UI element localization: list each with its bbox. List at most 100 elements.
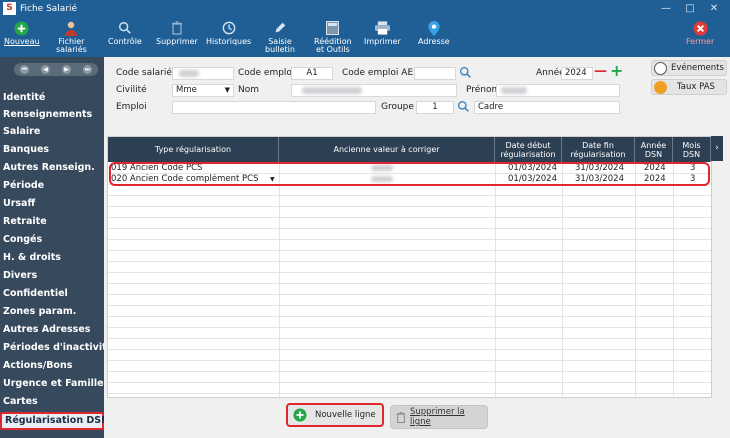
record-navigation: ⏮ ◀ ▶ ⏭	[14, 63, 98, 76]
historiques-button[interactable]: Historiques	[206, 20, 251, 46]
search-groupe-icon[interactable]	[457, 100, 470, 116]
app-logo: S	[3, 2, 16, 15]
nom-field[interactable]	[291, 84, 457, 97]
plus-circle-icon	[293, 408, 307, 422]
sidebar-item-cartes[interactable]: Cartes	[0, 393, 104, 411]
code-emploi-label: Code emploi	[238, 68, 295, 78]
table-row[interactable]	[108, 339, 711, 350]
redacted-value	[302, 87, 362, 94]
sidebar-item-identite[interactable]: Identité	[0, 89, 104, 107]
nouvelle-ligne-button[interactable]: Nouvelle ligne	[286, 403, 384, 427]
code-emploi-aem-label: Code emploi AEM	[342, 68, 421, 78]
table-row[interactable]	[108, 306, 711, 317]
code-salarie-label: Code salarié	[116, 68, 172, 78]
increment-year-button[interactable]: +	[610, 61, 623, 80]
close-window-button[interactable]: ✕	[702, 0, 726, 17]
nouveau-button[interactable]: Nouveau	[4, 20, 40, 46]
sidebar-item-divers[interactable]: Divers	[0, 267, 104, 285]
prenom-field[interactable]	[496, 84, 620, 97]
sidebar-item-salaire[interactable]: Salaire	[0, 123, 104, 141]
imprimer-button[interactable]: Imprimer	[364, 20, 401, 46]
highlight-rows	[109, 162, 710, 186]
magnifier-icon	[117, 20, 133, 36]
table-row[interactable]	[108, 207, 711, 218]
table-row[interactable]	[108, 372, 711, 383]
search-aem-icon[interactable]	[459, 66, 472, 82]
clock-icon	[221, 20, 237, 36]
sidebar-item-confidentiel[interactable]: Confidentiel	[0, 285, 104, 303]
trash-icon	[169, 20, 185, 36]
column-header-annee-dsn[interactable]: Année DSN	[635, 137, 673, 162]
supprimer-ligne-button[interactable]: Supprimer la ligne	[390, 405, 488, 429]
column-header-type[interactable]: Type régularisation	[108, 137, 279, 162]
sidebar-item-banques[interactable]: Banques	[0, 141, 104, 159]
table-row[interactable]	[108, 295, 711, 306]
table-row[interactable]	[108, 273, 711, 284]
sidebar-item-periodes-inactivite[interactable]: Périodes d'inactivité	[0, 339, 113, 357]
previous-record-icon[interactable]: ◀	[41, 65, 50, 74]
groupe-label: Groupe	[381, 102, 414, 112]
fichier-salaries-button[interactable]: Fichier salariés	[56, 20, 87, 54]
table-row[interactable]	[108, 383, 711, 394]
saisie-bulletin-button[interactable]: Saisie bulletin	[265, 20, 295, 54]
sidebar-item-actions-bons[interactable]: Actions/Bons	[0, 357, 104, 375]
sidebar-item-conges[interactable]: Congés	[0, 231, 104, 249]
maximize-button[interactable]: □	[678, 0, 702, 17]
redacted-value	[179, 70, 199, 77]
sidebar-item-periode[interactable]: Période	[0, 177, 104, 195]
calculator-icon	[325, 20, 341, 36]
annee-field[interactable]: 2024	[561, 67, 593, 80]
window-controls: — □ ✕	[654, 0, 726, 17]
table-row[interactable]	[108, 251, 711, 262]
column-header-mois-dsn[interactable]: Mois DSN	[673, 137, 711, 162]
table-row[interactable]	[108, 361, 711, 372]
table-row[interactable]	[108, 240, 711, 251]
table-row[interactable]	[108, 196, 711, 207]
sidebar-item-autres-adresses[interactable]: Autres Adresses	[0, 321, 104, 339]
table-row[interactable]	[108, 317, 711, 328]
sidebar-item-urgence-famille[interactable]: Urgence et Famille	[0, 375, 104, 393]
scroll-right-button[interactable]: ›	[711, 136, 723, 161]
adresse-button[interactable]: Adresse	[418, 20, 450, 46]
close-circle-icon	[692, 20, 708, 36]
table-row[interactable]	[108, 229, 711, 240]
minimize-button[interactable]: —	[654, 0, 678, 17]
sidebar-item-ursaff[interactable]: Ursaff	[0, 195, 104, 213]
table-row[interactable]	[108, 284, 711, 295]
sidebar-item-regularisation-dsn[interactable]: Régularisation DSN	[0, 412, 109, 430]
groupe-libelle-field[interactable]: Cadre	[474, 101, 620, 114]
table-row[interactable]	[108, 185, 711, 196]
evenements-button[interactable]: Evénements	[651, 60, 727, 76]
sidebar-item-retraite[interactable]: Retraite	[0, 213, 104, 231]
emploi-field[interactable]	[172, 101, 376, 114]
next-record-icon[interactable]: ▶	[62, 65, 71, 74]
sidebar-item-renseignements[interactable]: Renseignements	[0, 106, 104, 124]
column-header-date-debut[interactable]: Date début régularisation	[495, 137, 562, 162]
civilite-select[interactable]: Mme ▼	[172, 84, 234, 97]
table-row[interactable]	[108, 350, 711, 361]
groupe-field[interactable]: 1	[416, 101, 454, 114]
code-emploi-field[interactable]: A1	[291, 67, 333, 80]
clock-icon	[654, 61, 667, 75]
last-record-icon[interactable]: ⏭	[83, 65, 92, 74]
controle-button[interactable]: Contrôle	[108, 20, 142, 46]
taux-pas-button[interactable]: Taux PAS	[651, 79, 727, 95]
table-row[interactable]	[108, 218, 711, 229]
supprimer-button[interactable]: Supprimer	[156, 20, 198, 46]
table-row[interactable]	[108, 328, 711, 339]
column-header-ancienne-valeur[interactable]: Ancienne valeur à corriger	[279, 137, 495, 162]
fermer-button[interactable]: Fermer	[686, 20, 714, 46]
code-salarie-field[interactable]	[172, 67, 234, 80]
table-row[interactable]	[108, 262, 711, 273]
sidebar-item-autres-renseign[interactable]: Autres Renseign.	[0, 159, 104, 177]
location-pin-icon	[426, 20, 442, 36]
code-emploi-aem-field[interactable]	[414, 67, 456, 80]
sidebar-item-h-droits[interactable]: H. & droits	[0, 249, 104, 267]
reedition-outils-button[interactable]: Réédition et Outils	[314, 20, 352, 54]
decrement-year-button[interactable]: —	[594, 64, 607, 79]
first-record-icon[interactable]: ⏮	[20, 65, 29, 74]
column-header-date-fin[interactable]: Date fin régularisation	[562, 137, 635, 162]
sidebar-item-zones-param[interactable]: Zones param.	[0, 303, 104, 321]
emploi-label: Emploi	[116, 102, 147, 112]
trash-icon	[396, 411, 406, 424]
